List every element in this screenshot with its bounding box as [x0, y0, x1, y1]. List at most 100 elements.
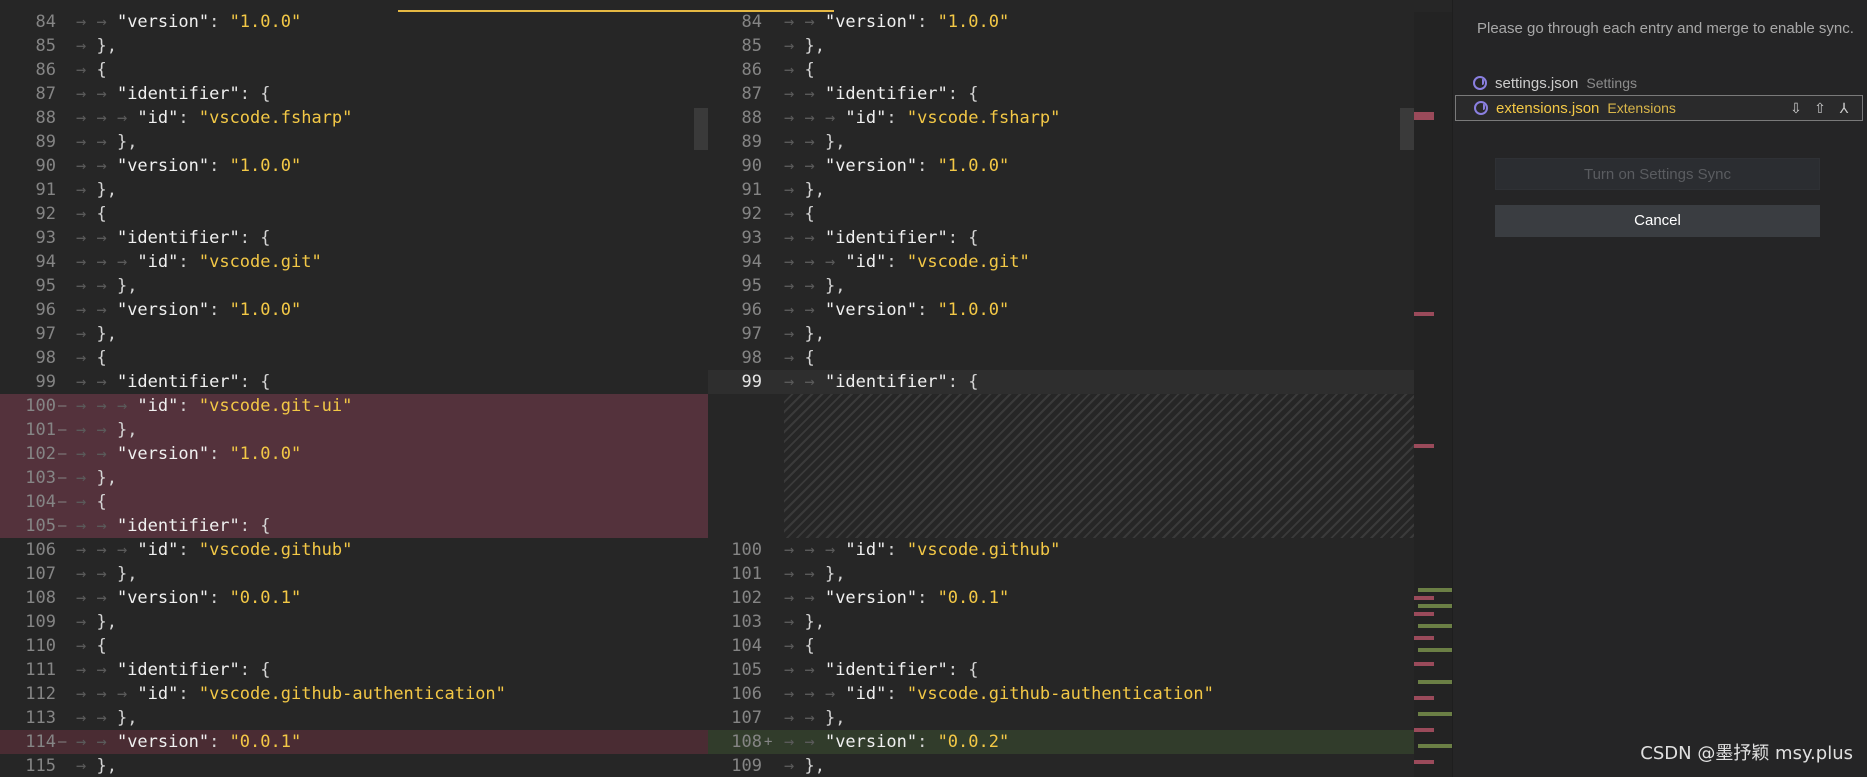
code-text: → → "version": "0.0.2": [784, 732, 1010, 752]
code-line[interactable]: 91 → },: [708, 178, 1414, 202]
code-line[interactable]: 90 → → "version": "1.0.0": [0, 154, 708, 178]
entry-extensions-json[interactable]: extensions.json Extensions ⇩ ⇧ ⅄: [1455, 95, 1863, 121]
code-line[interactable]: 88 → → → "id": "vscode.fsharp": [708, 106, 1414, 130]
code-line[interactable]: 84 → → "version": "1.0.0": [708, 12, 1414, 34]
code-line[interactable]: 97 → },: [0, 322, 708, 346]
sync-merge-panel: Please go through each entry and merge t…: [1452, 0, 1867, 777]
turn-on-sync-button[interactable]: Turn on Settings Sync: [1495, 158, 1820, 190]
code-line[interactable]: 91 → },: [0, 178, 708, 202]
code-line[interactable]: 112 → → → "id": "vscode.github-authentica…: [0, 682, 708, 706]
code-line[interactable]: 105— → → "identifier": {: [0, 514, 708, 538]
line-number: 102: [25, 444, 56, 464]
code-line[interactable]: 92 → {: [0, 202, 708, 226]
code-line[interactable]: 101 → → },: [708, 562, 1414, 586]
line-number: 88: [35, 108, 56, 128]
code-text: → {: [784, 60, 815, 80]
line-number: 95: [741, 276, 762, 296]
code-text: → → "version": "0.0.1": [76, 588, 302, 608]
code-line[interactable]: 105 → → "identifier": {: [708, 658, 1414, 682]
code-line[interactable]: 107 → → },: [0, 562, 708, 586]
code-line[interactable]: 104— → {: [0, 490, 708, 514]
entry-settings-json[interactable]: settings.json Settings: [1455, 70, 1863, 96]
code-line[interactable]: 98 → {: [708, 346, 1414, 370]
code-line[interactable]: 101— → → },: [0, 418, 708, 442]
code-line[interactable]: 93 → → "identifier": {: [0, 226, 708, 250]
code-line[interactable]: 97 → },: [708, 322, 1414, 346]
code-line[interactable]: 109 → },: [708, 754, 1414, 777]
line-number: 104: [25, 492, 56, 512]
overview-diff-mark: [1414, 636, 1434, 640]
code-line[interactable]: 99 → → "identifier": {: [708, 370, 1414, 394]
entry-actions: ⇩ ⇧ ⅄: [1788, 100, 1852, 117]
scrollbar-thumb[interactable]: [694, 108, 708, 150]
line-number: 104: [731, 636, 762, 656]
code-line[interactable]: 107 → → },: [708, 706, 1414, 730]
code-line[interactable]: 98 → {: [0, 346, 708, 370]
code-line[interactable]: 89 → → },: [708, 130, 1414, 154]
line-number: 93: [741, 228, 762, 248]
code-line[interactable]: 85 → },: [708, 34, 1414, 58]
line-number: 96: [741, 300, 762, 320]
code-line[interactable]: 114— → → "version": "0.0.1": [0, 730, 708, 754]
overview-diff-mark: [1418, 604, 1452, 608]
code-line[interactable]: 84 → → "version": "1.0.0": [0, 12, 708, 34]
code-line[interactable]: 86 → {: [708, 58, 1414, 82]
code-line[interactable]: 92 → {: [708, 202, 1414, 226]
code-line[interactable]: 106 → → → "id": "vscode.github-authentica…: [708, 682, 1414, 706]
code-line[interactable]: 87 → → "identifier": {: [0, 82, 708, 106]
code-text: → → → "id": "vscode.git": [76, 252, 322, 272]
code-line[interactable]: 87 → → "identifier": {: [708, 82, 1414, 106]
code-line[interactable]: 106 → → → "id": "vscode.github": [0, 538, 708, 562]
code-text: → },: [784, 36, 825, 56]
code-line[interactable]: 111 → → "identifier": {: [0, 658, 708, 682]
code-line[interactable]: 103— → },: [0, 466, 708, 490]
code-line[interactable]: 100 → → → "id": "vscode.github": [708, 538, 1414, 562]
code-line[interactable]: 109 → },: [0, 610, 708, 634]
code-line[interactable]: 102 → → "version": "0.0.1": [708, 586, 1414, 610]
code-line[interactable]: 100— → → → "id": "vscode.git-ui": [0, 394, 708, 418]
diff-pane-modified[interactable]: 84 → → "version": "1.0.0" 85 → }, 86 → {87 → →…: [708, 12, 1414, 777]
code-text: → → },: [76, 708, 138, 728]
code-line[interactable]: 88 → → → "id": "vscode.fsharp": [0, 106, 708, 130]
diff-pane-original[interactable]: 84 → → "version": "1.0.0" 85 → }, 86 → {87 → →…: [0, 12, 708, 777]
code-line[interactable]: 95 → → },: [0, 274, 708, 298]
cancel-button[interactable]: Cancel: [1495, 205, 1820, 237]
overview-diff-mark: [1414, 760, 1434, 764]
scrollbar-thumb[interactable]: [1400, 108, 1414, 150]
code-line[interactable]: 89 → → },: [0, 130, 708, 154]
diff-gutter-marker: —: [58, 446, 67, 462]
code-line[interactable]: 96 → → "version": "1.0.0": [708, 298, 1414, 322]
code-line[interactable]: 85 → },: [0, 34, 708, 58]
line-number: 84: [741, 12, 762, 32]
code-line[interactable]: 102— → → "version": "1.0.0": [0, 442, 708, 466]
line-number: 112: [25, 684, 56, 704]
diff-overview-ruler[interactable]: [1414, 12, 1452, 777]
code-line[interactable]: 95 → → },: [708, 274, 1414, 298]
code-text: → → → "id": "vscode.git-ui": [76, 396, 353, 416]
line-number: 88: [741, 108, 762, 128]
code-line[interactable]: 94 → → → "id": "vscode.git": [708, 250, 1414, 274]
code-line[interactable]: 110 → {: [0, 634, 708, 658]
code-line[interactable]: 90 → → "version": "1.0.0": [708, 154, 1414, 178]
line-number: 85: [741, 36, 762, 56]
code-line[interactable]: 93 → → "identifier": {: [708, 226, 1414, 250]
overview-diff-mark: [1418, 744, 1452, 748]
cloud-download-icon[interactable]: ⇩: [1788, 100, 1804, 117]
cloud-upload-icon[interactable]: ⇧: [1812, 100, 1828, 117]
code-text: → },: [76, 612, 117, 632]
code-line[interactable]: 99 → → "identifier": {: [0, 370, 708, 394]
code-line[interactable]: 96 → → "version": "1.0.0": [0, 298, 708, 322]
merge-icon[interactable]: ⅄: [1836, 100, 1852, 117]
code-line[interactable]: 103 → },: [708, 610, 1414, 634]
code-line[interactable]: 104 → {: [708, 634, 1414, 658]
code-line[interactable]: 86 → {: [0, 58, 708, 82]
line-number: 98: [35, 348, 56, 368]
code-text: → → → "id": "vscode.git": [784, 252, 1030, 272]
code-line[interactable]: 113 → → },: [0, 706, 708, 730]
code-line[interactable]: 115 → },: [0, 754, 708, 777]
code-line[interactable]: 94 → → → "id": "vscode.git": [0, 250, 708, 274]
code-text: → },: [76, 36, 117, 56]
code-line[interactable]: 108 + → → "version": "0.0.2": [708, 730, 1414, 754]
code-line[interactable]: 108 → → "version": "0.0.1": [0, 586, 708, 610]
line-number: 90: [741, 156, 762, 176]
